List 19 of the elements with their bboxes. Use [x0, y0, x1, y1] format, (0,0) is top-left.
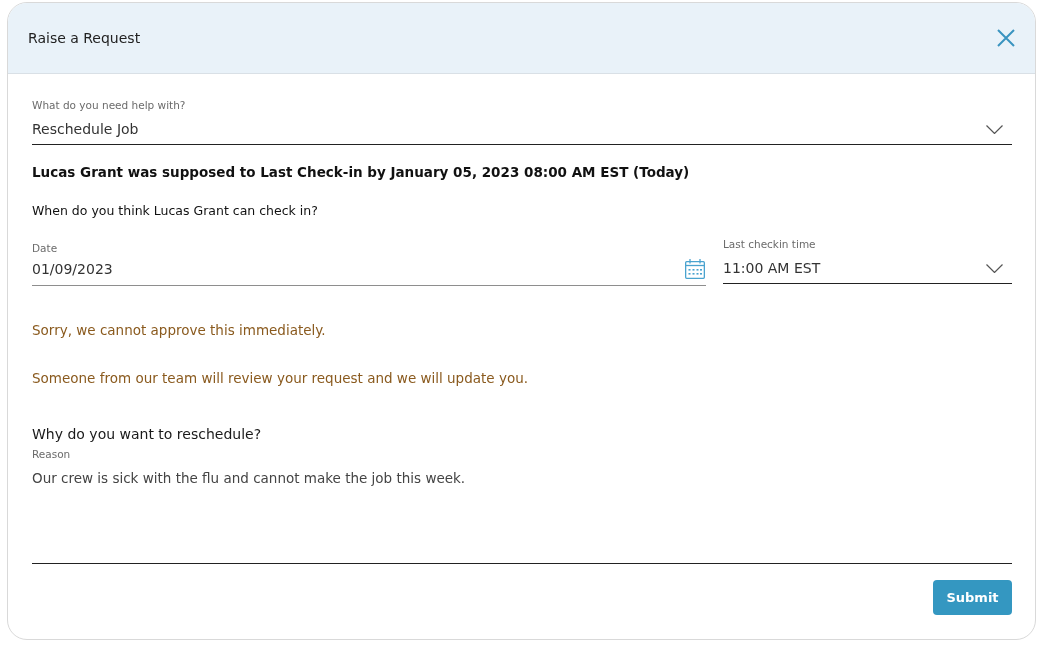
question-text: When do you think Lucas Grant can check in?	[32, 202, 319, 220]
date-field[interactable]: 01/09/2023	[32, 255, 706, 286]
section-heading: Why do you want to reschedule?	[32, 425, 263, 444]
field-label: Last checkin time	[723, 237, 817, 251]
dialog-title: Raise a Request	[28, 30, 141, 46]
close-icon	[997, 29, 1015, 47]
chevron-down-icon	[986, 263, 1003, 273]
close-button[interactable]	[997, 29, 1015, 47]
chevron-down-icon	[986, 124, 1003, 134]
warning-text: Someone from our team will review your request and we will update you.	[32, 369, 530, 388]
time-select[interactable]: 11:00 AM EST	[723, 253, 1012, 284]
field-label: Reason	[32, 447, 72, 461]
notice-text: Lucas Grant was supposed to Last Check-in by January 05, 2023 08:00 AM EST (Today)	[32, 163, 691, 182]
calendar-icon[interactable]	[685, 259, 705, 279]
field-label: What do you need help with?	[32, 98, 187, 112]
field-label: Date	[32, 241, 59, 255]
reason-field[interactable]: Our crew is sick with the flu and cannot make the job this week.	[32, 461, 1012, 564]
help-select[interactable]: Reschedule Job	[32, 114, 1012, 145]
warning-text: Sorry, we cannot approve this immediately.	[32, 321, 327, 340]
